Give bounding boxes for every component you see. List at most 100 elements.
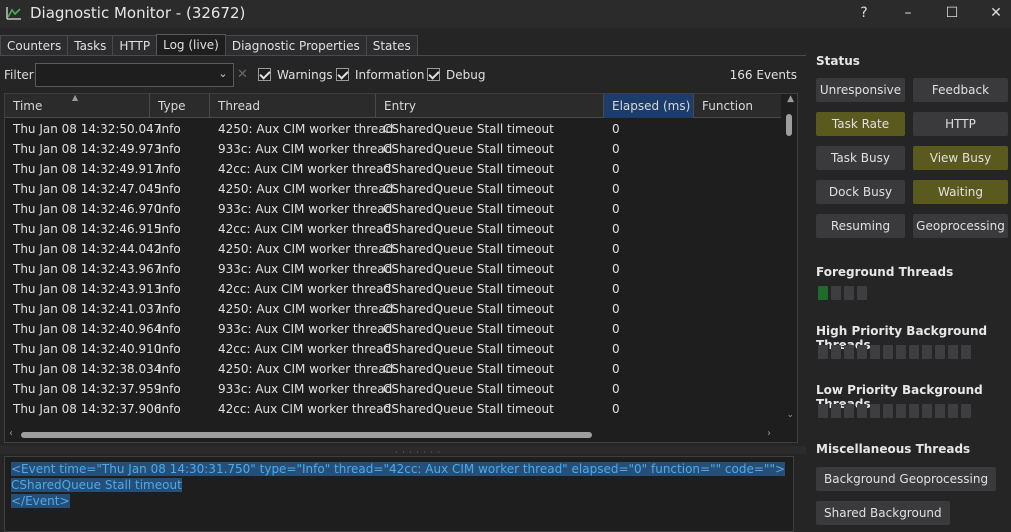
column-header-elapsed[interactable]: Elapsed (ms) — [604, 94, 694, 118]
filter-combobox[interactable]: ⌄ — [35, 63, 234, 87]
cell-time: Thu Jan 08 14:32:40.910 — [13, 342, 162, 356]
cell-time: Thu Jan 08 14:32:49.973 — [13, 142, 162, 156]
minimize-button[interactable]: – — [894, 2, 922, 24]
table-row[interactable]: Thu Jan 08 14:32:47.045 Info 4250: Aux CIM… — [5, 179, 781, 199]
column-header-function[interactable]: Function — [694, 94, 781, 118]
table-row[interactable]: Thu Jan 08 14:32:43.913 Info 42cc: Aux CIM… — [5, 279, 781, 299]
cell-thread: 4250: Aux CIM worker thread — [218, 362, 394, 376]
cell-elapsed: 0 — [612, 342, 620, 356]
table-row[interactable]: Thu Jan 08 14:32:40.910 Info 42cc: Aux CIM… — [5, 339, 781, 359]
view-busy-button[interactable]: View Busy — [913, 146, 1008, 170]
log-grid: ▲ Time Type Thread Entry Elapsed (ms) Fu… — [4, 93, 798, 443]
table-row[interactable]: Thu Jan 08 14:32:49.917 Info 42cc: Aux CIM… — [5, 159, 781, 179]
thread-indicator — [883, 345, 893, 359]
cell-thread: 42cc: Aux CIM worker thread — [218, 342, 392, 356]
app-chart-icon — [6, 7, 21, 20]
feedback-button[interactable]: Feedback — [913, 78, 1008, 102]
cell-entry: CSharedQueue Stall timeout — [383, 282, 554, 296]
background-geoprocessing-button[interactable]: Background Geoprocessing — [816, 467, 997, 491]
tab-states[interactable]: States — [365, 35, 418, 56]
shared-background-button[interactable]: Shared Background — [816, 501, 950, 525]
cell-time: Thu Jan 08 14:32:41.037 — [13, 302, 162, 316]
tab-divider — [0, 55, 806, 56]
resuming-button[interactable]: Resuming — [816, 214, 905, 238]
scroll-left-icon[interactable]: ‹ — [9, 428, 13, 439]
vertical-scroll-thumb[interactable] — [786, 114, 792, 136]
dock-busy-button[interactable]: Dock Busy — [816, 180, 905, 204]
tab-log-live[interactable]: Log (live) — [156, 34, 226, 56]
title-bar: Diagnostic Monitor - (32672) ? – ☐ ✕ — [0, 0, 1011, 28]
thread-indicator — [818, 345, 828, 359]
table-row[interactable]: Thu Jan 08 14:32:46.970 Info 933c: Aux CIM… — [5, 199, 781, 219]
cell-time: Thu Jan 08 14:32:38.034 — [13, 362, 162, 376]
table-row[interactable]: Thu Jan 08 14:32:43.967 Info 933c: Aux CIM… — [5, 259, 781, 279]
horizontal-scroll-thumb[interactable] — [21, 432, 592, 438]
cell-elapsed: 0 — [612, 302, 620, 316]
xml-line: CSharedQueue Stall timeout — [11, 478, 182, 492]
cell-type: Info — [158, 182, 181, 196]
cell-thread: 933c: Aux CIM worker thread — [218, 382, 393, 396]
tab-counters[interactable]: Counters — [0, 35, 69, 56]
http-button[interactable]: HTTP — [913, 112, 1008, 136]
column-header-time[interactable]: ▲ Time — [5, 94, 150, 118]
misc-threads-title: Miscellaneous Threads — [816, 442, 971, 456]
thread-indicator — [922, 404, 932, 418]
scroll-right-icon[interactable]: › — [767, 428, 771, 439]
table-row[interactable]: Thu Jan 08 14:32:40.964 Info 933c: Aux CIM… — [5, 319, 781, 339]
unresponsive-button[interactable]: Unresponsive — [816, 78, 905, 102]
cell-entry: CSharedQueue Stall timeout — [383, 302, 554, 316]
column-header-thread[interactable]: Thread — [210, 94, 376, 118]
table-row[interactable]: Thu Jan 08 14:32:50.047 Info 4250: Aux CIM… — [5, 119, 781, 139]
warnings-checkbox[interactable] — [258, 68, 271, 81]
table-row[interactable]: Thu Jan 08 14:32:37.959 Info 933c: Aux CIM… — [5, 379, 781, 399]
column-header-entry[interactable]: Entry — [376, 94, 604, 118]
tab-tasks[interactable]: Tasks — [67, 35, 114, 56]
geoprocessing-button[interactable]: Geoprocessing — [913, 214, 1008, 238]
table-row[interactable]: Thu Jan 08 14:32:44.042 Info 4250: Aux CIM… — [5, 239, 781, 259]
table-row[interactable]: Thu Jan 08 14:32:41.037 Info 4250: Aux CIM… — [5, 299, 781, 319]
table-row[interactable]: Thu Jan 08 14:32:37.906 Info 42cc: Aux CIM… — [5, 399, 781, 419]
waiting-button[interactable]: Waiting — [913, 180, 1008, 204]
event-xml-detail[interactable]: <Event time="Thu Jan 08 14:30:31.750" ty… — [4, 456, 794, 532]
cell-type: Info — [158, 122, 181, 136]
thread-indicator — [844, 345, 854, 359]
thread-indicator — [883, 404, 893, 418]
tab-diagnostic-properties[interactable]: Diagnostic Properties — [224, 35, 367, 56]
information-checkbox[interactable] — [336, 68, 349, 81]
close-button[interactable]: ✕ — [982, 2, 1010, 24]
cell-thread: 42cc: Aux CIM worker thread — [218, 282, 392, 296]
thread-indicator — [909, 345, 919, 359]
table-row[interactable]: Thu Jan 08 14:32:46.915 Info 42cc: Aux CIM… — [5, 219, 781, 239]
cell-entry: CSharedQueue Stall timeout — [383, 222, 554, 236]
column-header-type[interactable]: Type — [150, 94, 210, 118]
clear-filter-icon[interactable]: ✕ — [237, 67, 248, 82]
cell-time: Thu Jan 08 14:32:37.959 — [13, 382, 162, 396]
thread-indicator — [870, 345, 880, 359]
cell-time: Thu Jan 08 14:32:40.964 — [13, 322, 162, 336]
cell-thread: 42cc: Aux CIM worker thread — [218, 222, 392, 236]
chevron-down-icon[interactable]: ⌄ — [216, 67, 230, 83]
cell-time: Thu Jan 08 14:32:47.045 — [13, 182, 162, 196]
task-busy-button[interactable]: Task Busy — [816, 146, 905, 170]
debug-checkbox[interactable] — [427, 68, 440, 81]
thread-indicator — [896, 345, 906, 359]
cell-elapsed: 0 — [612, 142, 620, 156]
vertical-scrollbar[interactable]: ▲ ⌄ — [781, 94, 797, 442]
cell-time: Thu Jan 08 14:32:46.970 — [13, 202, 162, 216]
task-rate-button[interactable]: Task Rate — [816, 112, 905, 136]
table-row[interactable]: Thu Jan 08 14:32:49.973 Info 933c: Aux CIM… — [5, 139, 781, 159]
table-row[interactable]: Thu Jan 08 14:32:38.034 Info 4250: Aux CIM… — [5, 359, 781, 379]
cell-type: Info — [158, 142, 181, 156]
horizontal-scrollbar[interactable]: ‹ › — [5, 428, 797, 442]
cell-type: Info — [158, 382, 181, 396]
cell-elapsed: 0 — [612, 162, 620, 176]
filter-label: Filter: — [4, 68, 38, 82]
help-button[interactable]: ? — [850, 2, 878, 24]
thread-indicator — [857, 286, 867, 300]
thread-indicator — [961, 404, 971, 418]
maximize-button[interactable]: ☐ — [938, 2, 966, 24]
tab-http[interactable]: HTTP — [112, 35, 158, 56]
scroll-down-icon[interactable]: ⌄ — [786, 410, 794, 420]
scroll-up-icon[interactable]: ▲ — [787, 94, 794, 104]
cell-type: Info — [158, 202, 181, 216]
